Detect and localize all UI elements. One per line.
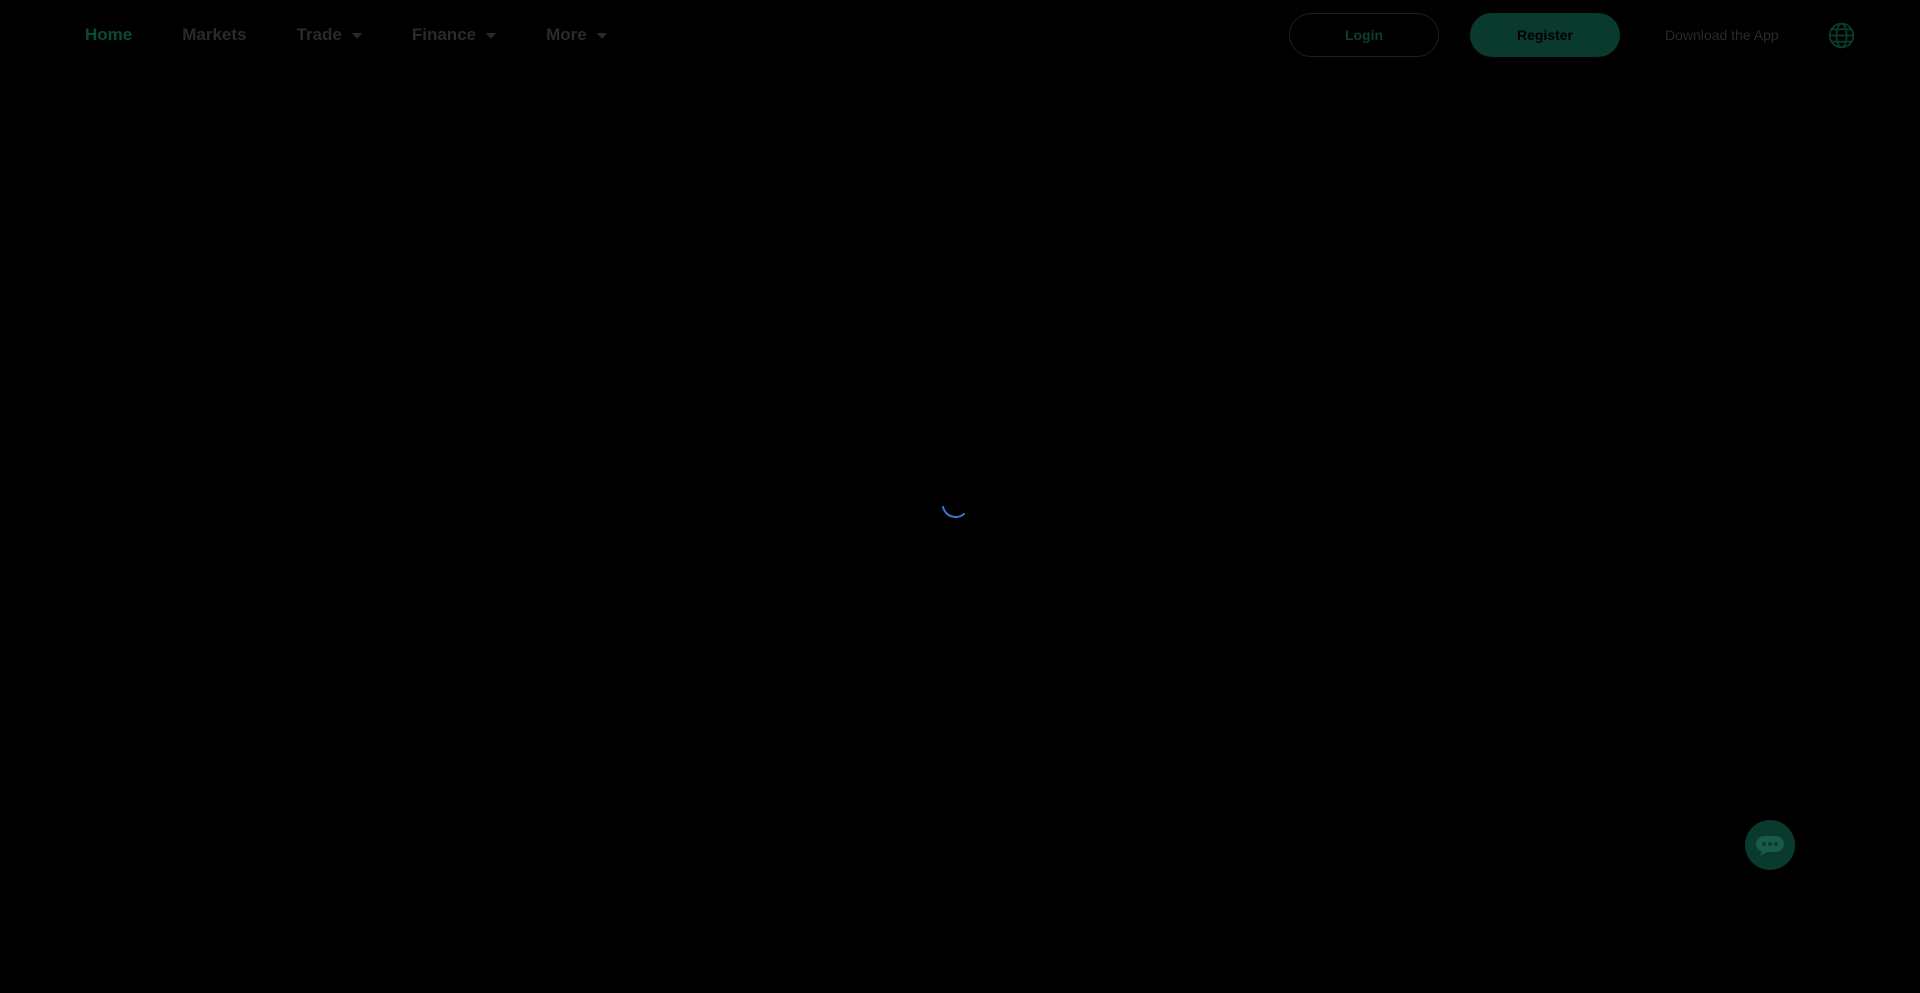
chat-bubble-icon bbox=[1756, 836, 1784, 856]
nav-item-label: Home bbox=[85, 25, 133, 44]
nav-item-more[interactable]: More bbox=[546, 25, 607, 45]
register-button[interactable]: Register bbox=[1470, 13, 1620, 57]
nav-item-finance[interactable]: Finance bbox=[411, 25, 497, 45]
nav-item-label: Trade bbox=[296, 25, 342, 44]
nav-item-label: More bbox=[546, 25, 587, 44]
chevron-down-icon bbox=[486, 32, 497, 39]
main-nav: Home Markets Trade Finance More bbox=[85, 0, 657, 70]
register-button-label: Register bbox=[1516, 27, 1574, 43]
chevron-down-icon bbox=[596, 32, 607, 39]
loading-spinner-icon bbox=[942, 506, 965, 519]
login-button[interactable]: Login bbox=[1289, 13, 1439, 57]
nav-item-home[interactable]: Home bbox=[85, 25, 132, 45]
nav-item-trade[interactable]: Trade bbox=[297, 25, 362, 45]
download-app-link[interactable]: Download the App bbox=[1665, 0, 1779, 70]
top-navigation-bar: Home Markets Trade Finance More Login Re… bbox=[0, 0, 1920, 70]
nav-item-label: Finance bbox=[411, 25, 477, 44]
nav-item-markets[interactable]: Markets bbox=[182, 25, 246, 45]
login-button-label: Login bbox=[1344, 27, 1384, 43]
chat-button[interactable] bbox=[1745, 820, 1795, 870]
globe-icon[interactable] bbox=[1828, 22, 1855, 49]
chevron-down-icon bbox=[351, 32, 362, 39]
nav-item-label: Markets bbox=[182, 25, 247, 44]
download-app-label: Download the App bbox=[1665, 27, 1779, 43]
page: Home Markets Trade Finance More Login Re… bbox=[0, 0, 1920, 993]
